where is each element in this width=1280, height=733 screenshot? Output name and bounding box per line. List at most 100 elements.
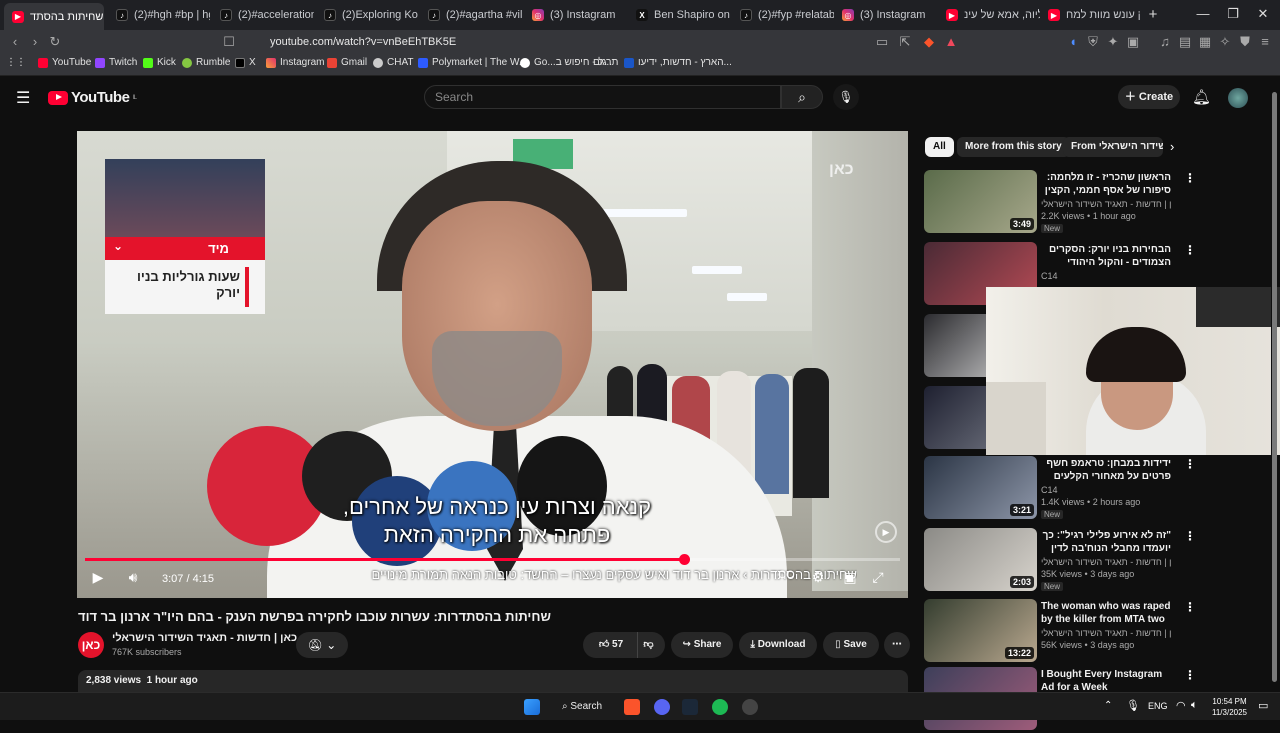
recommendation-title[interactable]: ידידות במבחן: טראמפ חשף פרטים על מאחורי … <box>1041 457 1171 483</box>
search-input[interactable]: Search <box>424 85 781 109</box>
address-bar[interactable]: youtube.com/watch?v=vnBeEhTBK5E <box>248 33 858 51</box>
recommendation-card[interactable]: 3:49 הראשון שהכריז - זו מלחמה: סיפורו של … <box>924 170 1270 236</box>
spotify-icon[interactable] <box>712 699 728 715</box>
steam-icon[interactable] <box>682 699 698 715</box>
menu-icon[interactable]: ≡ <box>1256 34 1274 49</box>
miniplayer-icon[interactable]: ▣ <box>839 569 861 586</box>
youtube-logo[interactable]: YouTube IL <box>48 89 137 106</box>
recommendation-title[interactable]: I Bought Every Instagram Ad for a Week <box>1041 668 1171 694</box>
more-vertical-icon[interactable]: ⋮ <box>1184 600 1196 614</box>
vpn-icon[interactable]: ⛊ <box>1236 34 1254 50</box>
channel-avatar[interactable]: כאן <box>78 632 104 658</box>
recommendation-title[interactable]: הבחירות בניו יורק: הסקרים הצמודים - והקו… <box>1041 243 1171 269</box>
sidebar-icon[interactable]: ▤ <box>1176 34 1194 50</box>
video-thumbnail[interactable]: 2:03 <box>924 528 1037 591</box>
bookmark-chat[interactable]: CHAT <box>373 57 413 68</box>
tab-instagram-2[interactable]: ◎ (3) Instagram <box>834 4 936 26</box>
shield-icon[interactable]: ⛨ <box>1084 34 1102 50</box>
bookmark-icon[interactable]: ☐ <box>220 34 238 50</box>
close-window-icon[interactable]: ✕ <box>1248 6 1278 22</box>
tab-tiktok-5[interactable]: ♪ (2)#fyp #relatable # <box>732 4 834 26</box>
more-vertical-icon[interactable]: ⋮ <box>1184 668 1196 682</box>
speaker-icon[interactable]: 🔈︎ <box>1191 699 1198 712</box>
play-button[interactable]: ▶ <box>87 569 109 586</box>
recommendation-card[interactable]: 3:21 ידידות במבחן: טראמפ חשף פרטים על מאח… <box>924 456 1270 522</box>
minimize-icon[interactable]: — <box>1188 6 1218 21</box>
channel-name[interactable]: כאן | חדשות - תאגיד השידור הישראלי <box>112 632 297 644</box>
chevron-up-icon[interactable]: ⌃ <box>1104 700 1112 711</box>
recommendation-title[interactable]: הראשון שהכריז - זו מלחמה: סיפורו של אסף … <box>1041 171 1171 197</box>
bookmark-haaretz[interactable]: הארץ - חדשות, ידיעו... <box>624 57 732 68</box>
apps-icon[interactable]: ⋮⋮ <box>6 57 26 68</box>
recommendation-channel[interactable]: כאן | חדשות - תאגיד השידור הישראלי <box>1041 557 1171 567</box>
recommendation-title[interactable]: The woman who was raped by the killer fr… <box>1041 600 1171 626</box>
tab-tiktok-3[interactable]: ♪ (2)Exploring Kosher <box>316 4 418 26</box>
tab-tiktok-4[interactable]: ♪ (2)#agartha #villian <box>420 4 522 26</box>
video-thumbnail[interactable]: 13:22 <box>924 599 1037 662</box>
bookmark-gmail[interactable]: Gmail <box>327 57 367 68</box>
more-actions-button[interactable]: ⋯ <box>884 632 910 658</box>
wallet-extension-icon[interactable]: ▦ <box>1196 34 1214 50</box>
more-vertical-icon[interactable]: ⋮ <box>1184 529 1196 543</box>
music-icon[interactable]: ♫ <box>1156 34 1174 49</box>
description-box[interactable]: 2,838 views 1 hour ago <box>78 670 908 692</box>
back-icon[interactable]: ‹ <box>6 34 24 49</box>
scrollbar-thumb[interactable] <box>1272 92 1277 682</box>
recommendation-channel[interactable]: כאן | חדשות - תאגיד השידור הישראלי <box>1041 628 1171 638</box>
hamburger-menu-icon[interactable]: ☰ <box>16 88 30 108</box>
extensions-icon[interactable]: ✦ <box>1104 34 1122 50</box>
bookmark-polymarket[interactable]: Polymarket | The W... <box>418 57 527 68</box>
new-tab-button[interactable]: + <box>1138 6 1168 23</box>
recommendation-channel[interactable]: כאן | חדשות - תאגיד השידור הישראלי <box>1041 199 1171 209</box>
obs-icon[interactable] <box>742 699 758 715</box>
bookmark-kick[interactable]: Kick <box>143 57 176 68</box>
recommendation-title[interactable]: "זה לא אירוע פלילי רגיל": כך יועמדו מחבל… <box>1041 529 1171 555</box>
forward-icon[interactable]: › <box>26 34 44 49</box>
tab-instagram-1[interactable]: ◎ (3) Instagram <box>524 4 626 26</box>
brave-shield-icon[interactable]: ◆ <box>920 34 938 50</box>
video-thumbnail[interactable]: 3:21 <box>924 456 1037 519</box>
notification-icon[interactable]: ▭ <box>1258 699 1268 712</box>
avatar[interactable] <box>1228 88 1248 108</box>
recommendation-card[interactable]: 2:03 "זה לא אירוע פלילי רגיל": כך יועמדו … <box>924 528 1270 594</box>
tab-tiktok-1[interactable]: ♪ (2)#hgh #bp | hgh h <box>108 4 210 26</box>
brave-browser-icon[interactable] <box>624 699 640 715</box>
voice-search-button[interactable]: 🎙︎ <box>833 84 859 110</box>
video-player[interactable]: מיד ⌄ שעות גורליות בניו יורק כאן קנאה וצ… <box>77 131 908 598</box>
recommendation-channel[interactable]: C14 <box>1041 485 1171 495</box>
tab-x[interactable]: X Ben Shapiro on X: " <box>628 4 730 26</box>
bookmark-translate[interactable]: תרגום <box>593 57 618 68</box>
create-button[interactable]: ＋ Create <box>1118 85 1180 109</box>
bookmark-youtube[interactable]: YouTube <box>38 57 91 68</box>
system-clock[interactable]: 10:54 PM 11/3/2025 <box>1212 696 1247 718</box>
recommendation-card[interactable]: 13:22 The woman who was raped by the kill… <box>924 599 1270 665</box>
download-button[interactable]: ⤓ Download <box>739 632 817 658</box>
speech-icon[interactable]: ◖ <box>1064 34 1082 49</box>
recommendation-channel[interactable]: C14 <box>1041 271 1171 281</box>
more-vertical-icon[interactable]: ⋮ <box>1184 243 1196 257</box>
taskbar-search[interactable]: ⌕ Search <box>556 697 610 717</box>
more-vertical-icon[interactable]: ⋮ <box>1184 457 1196 471</box>
chip-more-from-story[interactable]: More from this story <box>957 137 1070 157</box>
tab-active-youtube[interactable]: ▶ שחיתות בהסתד ✕ <box>4 3 104 30</box>
language-indicator[interactable]: ENG <box>1148 701 1168 711</box>
dislike-button[interactable]: 👎︎ <box>637 632 659 658</box>
leo-icon[interactable]: ✧ <box>1216 34 1234 50</box>
volume-icon[interactable]: 🔊︎ <box>122 569 144 586</box>
tab-youtube-2[interactable]: ▶ עליוה, אמא של עינ <box>938 4 1040 26</box>
search-button[interactable]: ⌕ <box>781 85 823 109</box>
bookmark-rumble[interactable]: Rumble <box>182 57 230 68</box>
maximize-icon[interactable]: ❐ <box>1218 6 1248 22</box>
brave-rewards-icon[interactable]: ▲ <box>942 34 960 49</box>
save-button[interactable]: ▯ Save <box>823 632 879 658</box>
wifi-icon[interactable]: ◠ <box>1176 699 1186 712</box>
notifications-bell-icon[interactable]: 🔔︎ <box>1192 88 1211 106</box>
bookmark-twitch[interactable]: Twitch <box>95 57 137 68</box>
share-button[interactable]: ↪ Share <box>671 632 733 658</box>
reload-icon[interactable]: ↻ <box>46 34 64 50</box>
cast-icon[interactable]: ▭ <box>873 34 891 50</box>
more-vertical-icon[interactable]: ⋮ <box>1184 171 1196 185</box>
chip-all[interactable]: All <box>925 137 954 157</box>
discord-icon[interactable] <box>654 699 670 715</box>
captions-icon[interactable]: CC <box>775 569 797 581</box>
